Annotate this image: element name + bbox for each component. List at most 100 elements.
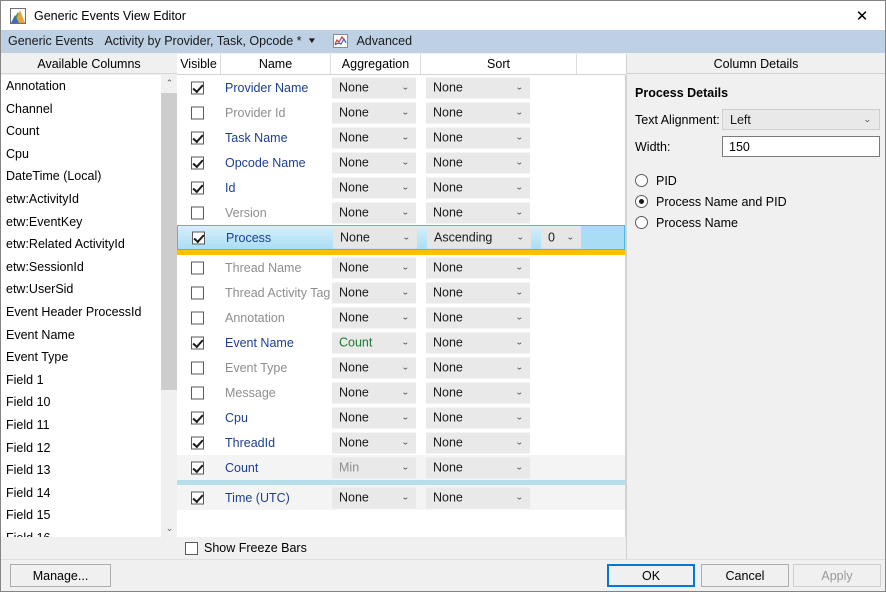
radio-option[interactable]: Process Name and PID bbox=[635, 192, 787, 211]
header-sort[interactable]: Sort bbox=[421, 54, 577, 74]
sort-dropdown[interactable]: None⌄ bbox=[426, 332, 530, 353]
header-visible[interactable]: Visible bbox=[177, 54, 221, 74]
visible-checkbox[interactable] bbox=[191, 311, 204, 324]
aggregation-dropdown[interactable]: None⌄ bbox=[332, 487, 416, 508]
table-row[interactable]: Thread Activity TagNone⌄None⌄ bbox=[177, 280, 625, 305]
radio-option[interactable]: PID bbox=[635, 171, 787, 190]
available-column-item[interactable]: Field 12 bbox=[1, 437, 177, 460]
available-column-item[interactable]: Field 1 bbox=[1, 369, 177, 392]
table-row[interactable]: MessageNone⌄None⌄ bbox=[177, 380, 625, 405]
table-row[interactable]: Task NameNone⌄None⌄ bbox=[177, 125, 625, 150]
text-alignment-dropdown[interactable]: Left ⌄ bbox=[722, 109, 880, 130]
sort-dropdown[interactable]: None⌄ bbox=[426, 432, 530, 453]
available-column-item[interactable]: Cpu bbox=[1, 143, 177, 166]
visible-checkbox[interactable] bbox=[191, 181, 204, 194]
aggregation-dropdown[interactable]: None⌄ bbox=[332, 177, 416, 198]
aggregation-dropdown[interactable]: Min⌄ bbox=[332, 457, 416, 478]
sort-dropdown[interactable]: None⌄ bbox=[426, 357, 530, 378]
scroll-up-icon[interactable]: ⌃ bbox=[161, 75, 177, 92]
visible-checkbox[interactable] bbox=[191, 436, 204, 449]
sort-dropdown[interactable]: None⌄ bbox=[426, 457, 530, 478]
aggregation-dropdown[interactable]: Count⌄ bbox=[332, 332, 416, 353]
available-column-item[interactable]: Field 10 bbox=[1, 391, 177, 414]
available-columns-list[interactable]: AnnotationChannelCountCpuDateTime (Local… bbox=[1, 75, 177, 537]
table-row[interactable]: Event TypeNone⌄None⌄ bbox=[177, 355, 625, 380]
available-column-item[interactable]: Channel bbox=[1, 98, 177, 121]
ok-button[interactable]: OK bbox=[607, 564, 695, 587]
available-column-item[interactable]: etw:SessionId bbox=[1, 256, 177, 279]
sort-dropdown[interactable]: Ascending⌄ bbox=[427, 227, 531, 248]
header-aggregation[interactable]: Aggregation bbox=[331, 54, 421, 74]
visible-checkbox[interactable] bbox=[192, 231, 205, 244]
available-column-item[interactable]: etw:UserSid bbox=[1, 278, 177, 301]
available-column-item[interactable]: etw:EventKey bbox=[1, 211, 177, 234]
sort-dropdown[interactable]: None⌄ bbox=[426, 282, 530, 303]
aggregation-dropdown[interactable]: None⌄ bbox=[332, 202, 416, 223]
sort-dropdown[interactable]: None⌄ bbox=[426, 307, 530, 328]
width-input[interactable]: 150 bbox=[722, 136, 880, 157]
sort-dropdown[interactable]: None⌄ bbox=[426, 382, 530, 403]
aggregation-dropdown[interactable]: None⌄ bbox=[332, 257, 416, 278]
visible-checkbox[interactable] bbox=[191, 206, 204, 219]
available-column-item[interactable]: DateTime (Local) bbox=[1, 165, 177, 188]
table-row[interactable]: ProcessNone⌄Ascending⌄0⌄ bbox=[177, 225, 625, 250]
available-column-item[interactable]: Field 15 bbox=[1, 504, 177, 527]
aggregation-dropdown[interactable]: None⌄ bbox=[332, 307, 416, 328]
visible-checkbox[interactable] bbox=[191, 361, 204, 374]
aggregation-dropdown[interactable]: None⌄ bbox=[333, 227, 417, 248]
available-column-item[interactable]: etw:Related ActivityId bbox=[1, 233, 177, 256]
visible-checkbox[interactable] bbox=[191, 461, 204, 474]
aggregation-dropdown[interactable]: None⌄ bbox=[332, 282, 416, 303]
visible-checkbox[interactable] bbox=[191, 411, 204, 424]
table-row[interactable]: CpuNone⌄None⌄ bbox=[177, 405, 625, 430]
aggregation-dropdown[interactable]: None⌄ bbox=[332, 127, 416, 148]
visible-checkbox[interactable] bbox=[191, 131, 204, 144]
table-row[interactable]: Provider NameNone⌄None⌄ bbox=[177, 75, 625, 100]
visible-checkbox[interactable] bbox=[191, 286, 204, 299]
available-columns-scrollbar[interactable]: ⌃ ⌄ bbox=[160, 75, 177, 537]
table-row[interactable]: Provider IdNone⌄None⌄ bbox=[177, 100, 625, 125]
aggregation-dropdown[interactable]: None⌄ bbox=[332, 382, 416, 403]
visible-checkbox[interactable] bbox=[191, 386, 204, 399]
advanced-button[interactable]: Advanced bbox=[333, 34, 412, 48]
aggregation-dropdown[interactable]: None⌄ bbox=[332, 432, 416, 453]
aggregation-dropdown[interactable]: None⌄ bbox=[332, 357, 416, 378]
scrollbar-thumb[interactable] bbox=[161, 93, 177, 390]
sort-dropdown[interactable]: None⌄ bbox=[426, 152, 530, 173]
manage-button[interactable]: Manage... bbox=[10, 564, 111, 587]
table-row[interactable]: Opcode NameNone⌄None⌄ bbox=[177, 150, 625, 175]
cancel-button[interactable]: Cancel bbox=[701, 564, 789, 587]
scroll-down-icon[interactable]: ⌄ bbox=[161, 520, 177, 537]
show-freeze-bars-checkbox[interactable] bbox=[185, 542, 198, 555]
table-row[interactable]: CountMin⌄None⌄ bbox=[177, 455, 625, 480]
radio-option[interactable]: Process Name bbox=[635, 213, 787, 232]
preset-dropdown[interactable]: Activity by Provider, Task, Opcode * ▼ bbox=[104, 34, 315, 48]
available-column-item[interactable]: Field 14 bbox=[1, 482, 177, 505]
available-column-item[interactable]: Field 11 bbox=[1, 414, 177, 437]
aggregation-dropdown[interactable]: None⌄ bbox=[332, 77, 416, 98]
sort-dropdown[interactable]: None⌄ bbox=[426, 127, 530, 148]
table-row[interactable]: VersionNone⌄None⌄ bbox=[177, 200, 625, 225]
visible-checkbox[interactable] bbox=[191, 491, 204, 504]
sort-dropdown[interactable]: None⌄ bbox=[426, 487, 530, 508]
sort-dropdown[interactable]: None⌄ bbox=[426, 77, 530, 98]
available-column-item[interactable]: Annotation bbox=[1, 75, 177, 98]
visible-checkbox[interactable] bbox=[191, 81, 204, 94]
sort-dropdown[interactable]: None⌄ bbox=[426, 407, 530, 428]
available-column-item[interactable]: Count bbox=[1, 120, 177, 143]
table-row[interactable]: IdNone⌄None⌄ bbox=[177, 175, 625, 200]
sort-dropdown[interactable]: None⌄ bbox=[426, 102, 530, 123]
aggregation-dropdown[interactable]: None⌄ bbox=[332, 407, 416, 428]
sort-order-dropdown[interactable]: 0⌄ bbox=[541, 227, 581, 248]
header-name[interactable]: Name bbox=[221, 54, 331, 74]
available-column-item[interactable]: Event Header ProcessId bbox=[1, 301, 177, 324]
visible-checkbox[interactable] bbox=[191, 261, 204, 274]
sort-dropdown[interactable]: None⌄ bbox=[426, 177, 530, 198]
visible-checkbox[interactable] bbox=[191, 156, 204, 169]
table-row[interactable]: Time (UTC)None⌄None⌄ bbox=[177, 485, 625, 510]
available-column-item[interactable]: Field 16 bbox=[1, 527, 177, 537]
table-row[interactable]: ThreadIdNone⌄None⌄ bbox=[177, 430, 625, 455]
available-column-item[interactable]: Event Type bbox=[1, 346, 177, 369]
sort-dropdown[interactable]: None⌄ bbox=[426, 202, 530, 223]
available-column-item[interactable]: Event Name bbox=[1, 324, 177, 347]
